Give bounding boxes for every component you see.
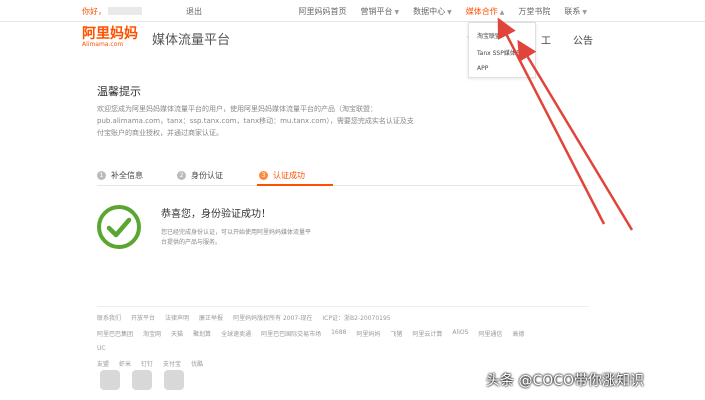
success-check-icon [97, 205, 141, 249]
footer-row-3: UC [97, 345, 106, 352]
top-nav-academy[interactable]: 万堂书院 [518, 6, 550, 17]
alimama-logo[interactable]: 阿里妈妈 Alimama.com [82, 27, 142, 51]
certification-badges [100, 370, 184, 390]
greeting: 你好， [82, 6, 142, 17]
main-nav-tools[interactable]: 工 [541, 32, 551, 47]
top-nav-home[interactable]: 阿里妈妈首页 [299, 6, 347, 17]
media-dropdown-menu: 淘宝联盟 Tanx SSP媒体平 APP [468, 22, 536, 78]
top-nav-contact[interactable]: 联系 ▼ [564, 6, 587, 17]
username-redacted[interactable] [108, 7, 142, 15]
top-nav-data[interactable]: 数据中心 ▼ [413, 6, 452, 17]
dropdown-item-tanx-ssp[interactable]: Tanx SSP媒体平 [477, 48, 527, 57]
success-title: 恭喜您，身份验证成功！ [161, 209, 271, 220]
dropdown-item-app[interactable]: APP [477, 65, 527, 72]
footer-row-2: 阿里巴巴集团 淘宝网 天猫 聚划算 全球速卖通 阿里巴巴国际交易市场 1688 … [97, 329, 525, 338]
main-nav-notice[interactable]: 公告 [573, 32, 593, 47]
badge-icon[interactable] [164, 370, 184, 390]
top-bar: 你好， 退出 阿里妈妈首页 营销平台 ▼ 数据中心 ▼ 媒体合作 ▲ 万堂书院 联系 ▼ [0, 0, 705, 22]
chevron-down-icon: ▼ [447, 9, 452, 16]
top-nav-media[interactable]: 媒体合作 ▲ [466, 6, 505, 17]
badge-icon[interactable] [100, 370, 120, 390]
step-3: 3 认证成功 [259, 170, 305, 181]
arrow-to-taobao-union [517, 39, 634, 231]
page-title: 温馨提示 [97, 85, 141, 98]
chevron-up-icon: ▲ [499, 9, 505, 16]
watermark: 头条 @COCO带你涨知识 [486, 373, 645, 389]
footer: 联系我们 开放平台 法律声明 廉正举报 阿里妈妈版权所有 2007-现在 ICP… [97, 306, 589, 375]
badge-icon[interactable] [132, 370, 152, 390]
step-1: 1 补全信息 [97, 170, 143, 181]
success-description: 您已经完成身份认证，可以开始使用阿里妈妈媒体流量平台提供的产品与服务。 [161, 229, 312, 246]
step-2: 2 身份认证 [177, 170, 223, 181]
active-step-indicator [257, 184, 333, 186]
footer-row-4: 友盟 虾米 钉钉 支付宝 优酷 [97, 361, 204, 368]
top-nav: 阿里妈妈首页 营销平台 ▼ 数据中心 ▼ 媒体合作 ▲ 万堂书院 联系 ▼ [299, 6, 588, 17]
top-nav-marketing[interactable]: 营销平台 ▼ [361, 6, 400, 17]
progress-steps: 1 补全信息 2 身份认证 3 认证成功 [97, 168, 589, 186]
notice-text: 欢迎您成为阿里妈妈媒体流量平台的用户，使用阿里妈妈媒体流量平台的产品（淘宝联盟：… [97, 105, 414, 137]
logout-link[interactable]: 退出 [186, 6, 202, 17]
footer-row-1: 联系我们 开放平台 法律声明 廉正举报 阿里妈妈版权所有 2007-现在 ICP… [97, 315, 391, 322]
chevron-down-icon: ▼ [394, 9, 400, 16]
chevron-down-icon: ▼ [582, 9, 587, 16]
dropdown-item-taobao-union[interactable]: 淘宝联盟 [477, 31, 527, 40]
platform-title: 媒体流量平台 [152, 33, 231, 48]
